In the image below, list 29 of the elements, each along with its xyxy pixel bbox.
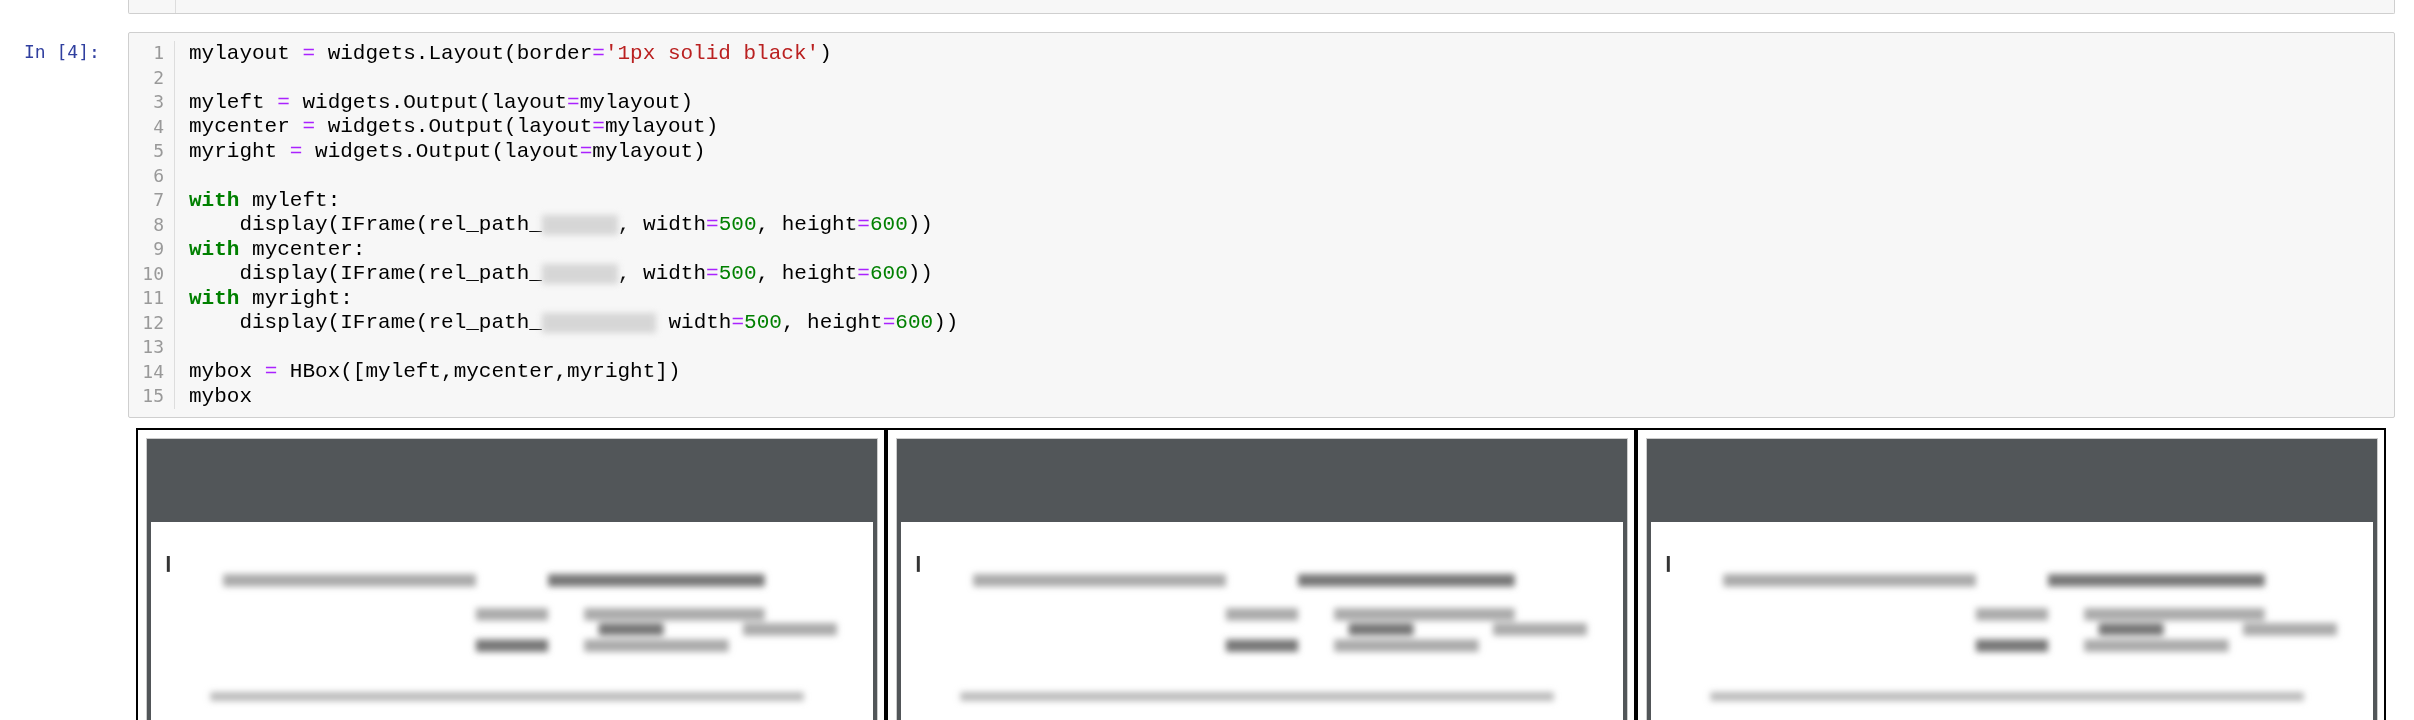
line-number: 6 bbox=[153, 163, 164, 188]
line-number: 1 bbox=[153, 41, 164, 65]
line-number: 3 bbox=[153, 90, 164, 114]
code-line: with myright: bbox=[189, 286, 354, 311]
line-number: 4 bbox=[153, 114, 164, 139]
line-number: 7 bbox=[153, 188, 164, 212]
line-number: 10 bbox=[142, 261, 164, 286]
code-line: mycenter = widgets.Output(layout=mylayout) bbox=[189, 114, 720, 139]
code-line: myright = widgets.Output(layout=mylayout) bbox=[189, 139, 707, 164]
code-line: with myleft: bbox=[189, 188, 342, 213]
cell-prompt: In [4]: bbox=[24, 40, 100, 64]
line-number: 12 bbox=[142, 310, 164, 335]
line-number: 9 bbox=[153, 237, 164, 261]
code-line: display(IFrame(rel_path_ width=500, height=600)) bbox=[238, 310, 959, 335]
code-editor[interactable] bbox=[128, 32, 2395, 418]
code-line: display(IFrame(rel_path_ , width=500, height=600)) bbox=[238, 261, 934, 286]
code-line: with mycenter: bbox=[189, 237, 367, 262]
line-number: 15 bbox=[142, 384, 164, 408]
code-line: mybox = HBox([myleft,mycenter,myright]) bbox=[189, 359, 682, 384]
line-number: 2 bbox=[153, 65, 164, 90]
line-number: 11 bbox=[142, 286, 164, 310]
code-line: myleft = widgets.Output(layout=mylayout) bbox=[189, 90, 695, 115]
line-number: 14 bbox=[142, 359, 164, 384]
line-number: 5 bbox=[153, 139, 164, 163]
code-line: mylayout = widgets.Layout(border='1px solid black') bbox=[189, 41, 833, 66]
code-line: mybox bbox=[189, 384, 253, 409]
line-number: 13 bbox=[142, 335, 164, 359]
code-line: display(IFrame(rel_path_ , width=500, height=600)) bbox=[238, 212, 934, 237]
line-number: 8 bbox=[153, 212, 164, 237]
